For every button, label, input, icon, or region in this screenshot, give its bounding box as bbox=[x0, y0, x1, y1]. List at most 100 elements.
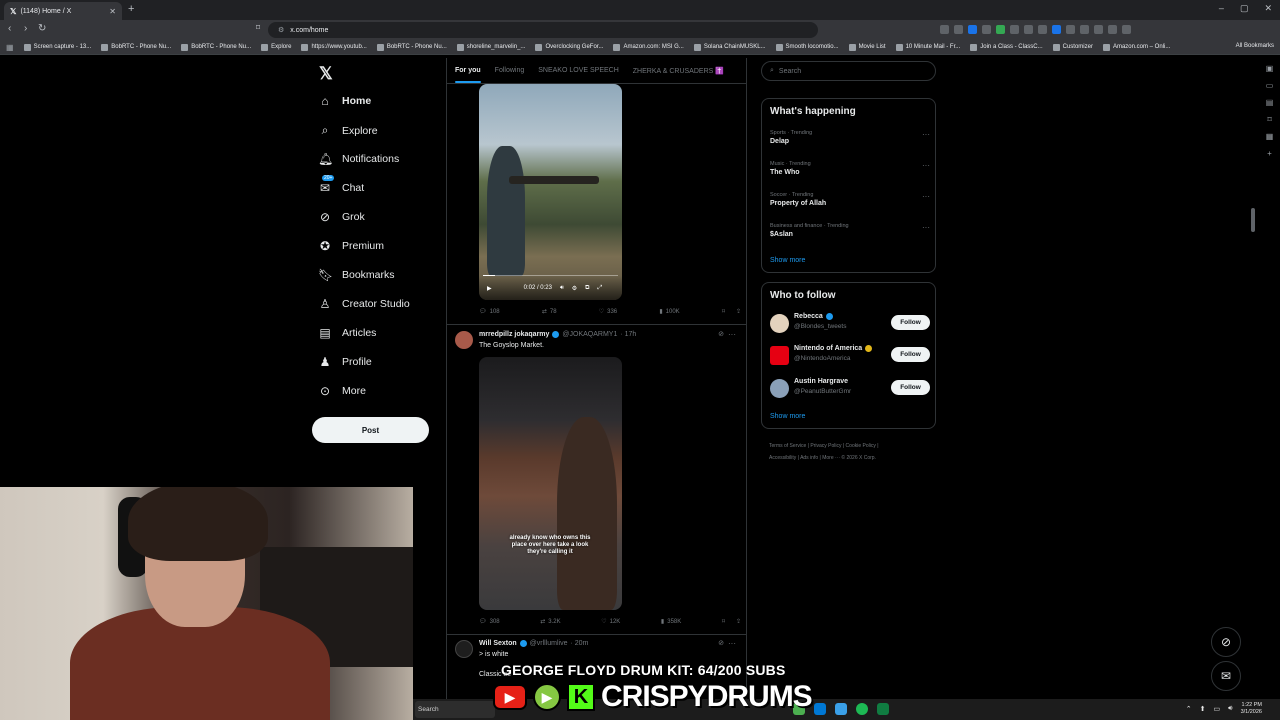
tab-close-icon[interactable]: ✕ bbox=[109, 7, 116, 16]
footer-link[interactable]: Ads info bbox=[800, 455, 818, 461]
add-panel-icon[interactable]: + bbox=[1267, 149, 1272, 158]
avatar[interactable] bbox=[455, 640, 473, 658]
taskbar-app-icon[interactable] bbox=[814, 703, 826, 715]
reply-button[interactable]: 💬︎ 108 bbox=[479, 308, 500, 316]
share-icon[interactable]: ⇪ bbox=[736, 618, 741, 625]
avatar[interactable] bbox=[770, 346, 789, 365]
address-bar[interactable]: ⚙ x.com/home bbox=[268, 22, 818, 38]
follow-button[interactable]: Follow bbox=[891, 347, 930, 362]
avatar[interactable] bbox=[455, 331, 473, 349]
avatar[interactable] bbox=[770, 379, 789, 398]
grok-icon[interactable]: ⊘ bbox=[718, 330, 724, 338]
spotify-icon[interactable] bbox=[856, 703, 868, 715]
trend-item[interactable]: Soccer · Trending Property of Allah ··· bbox=[770, 192, 930, 207]
more-options-icon[interactable]: ··· bbox=[728, 330, 736, 339]
taskbar-app-icon[interactable] bbox=[877, 703, 889, 715]
wallet-icon[interactable]: ▤ bbox=[1266, 98, 1274, 107]
trend-item[interactable]: Business and finance · Trending $Aslan ·… bbox=[770, 223, 930, 238]
more-options-icon[interactable]: ··· bbox=[922, 130, 930, 139]
play-icon[interactable]: ▶ bbox=[487, 285, 492, 292]
taskbar-search[interactable]: Search bbox=[415, 701, 495, 718]
share-icon[interactable]: ⇪ bbox=[736, 308, 741, 315]
nav-chat[interactable]: ✉ 20+ Chat bbox=[318, 175, 364, 195]
footer-link[interactable]: Privacy Policy bbox=[810, 443, 841, 449]
repost-button[interactable]: ⇄ 3.2K bbox=[540, 618, 560, 626]
search-input[interactable]: ⌕ Search bbox=[761, 61, 936, 81]
tab-for-you[interactable]: For you bbox=[455, 67, 481, 83]
reply-button[interactable]: 💬︎ 308 bbox=[479, 618, 500, 626]
nav-profile[interactable]: ♟ Profile bbox=[318, 355, 372, 369]
tray-app-icon[interactable]: ⬆ bbox=[1200, 705, 1206, 713]
nav-articles[interactable]: ▤ Articles bbox=[318, 326, 376, 340]
reading-list-icon[interactable]: ▭ bbox=[1266, 81, 1274, 90]
show-more-link[interactable]: Show more bbox=[770, 413, 805, 420]
volume-icon[interactable]: 🔊︎ bbox=[1228, 705, 1232, 713]
bookmark-tweet-button[interactable]: ⌑ ⇪ bbox=[722, 618, 741, 625]
history-icon[interactable]: ▦ bbox=[1266, 132, 1274, 141]
footer-link[interactable]: Accessibility bbox=[769, 455, 796, 461]
grok-icon[interactable]: ⊘ bbox=[718, 639, 724, 647]
tweet-time[interactable]: · 17h bbox=[620, 331, 636, 338]
all-bookmarks[interactable]: All Bookmarks bbox=[1229, 43, 1274, 49]
nav-premium[interactable]: ✪ Premium bbox=[318, 239, 384, 253]
bookmark-tweet-button[interactable]: ⌑ ⇪ bbox=[722, 308, 741, 315]
scrollbar-thumb[interactable] bbox=[1251, 208, 1255, 232]
bookmark-item[interactable]: Customizer bbox=[1052, 43, 1093, 51]
tweet-video[interactable]: ▶ 0:02 / 0:23 🔊︎ ⚙ ⧉ ⤢ bbox=[479, 84, 622, 300]
tab-list-1[interactable]: SNEAKO LOVE SPEECH bbox=[538, 67, 619, 74]
bookmark-item[interactable]: https://www.youtub... bbox=[301, 43, 367, 51]
taskbar-clock[interactable]: 1:22 PM 3/1/2026 bbox=[1241, 702, 1262, 716]
bookmark-item[interactable]: BobRTC - Phone Nu... bbox=[376, 43, 447, 51]
bookmark-item[interactable]: 10 Minute Mail - Fr... bbox=[895, 43, 960, 51]
more-options-icon[interactable]: ··· bbox=[922, 161, 930, 170]
trend-item[interactable]: Music · Trending The Who ··· bbox=[770, 161, 930, 176]
bookmark-item[interactable]: Smooth locomotio... bbox=[775, 43, 839, 51]
sidebar-toggle-icon[interactable]: ▣ bbox=[1266, 64, 1274, 73]
site-info-icon[interactable]: ⚙ bbox=[278, 26, 284, 34]
nav-home[interactable]: ⌂ Home bbox=[318, 94, 371, 108]
follow-suggestion[interactable]: Austin Hargrave @PeanutButterGmr Follow bbox=[770, 378, 930, 400]
apps-icon[interactable]: ▦ bbox=[6, 43, 14, 52]
bookmarks-panel-icon[interactable]: ⌑ bbox=[1267, 115, 1271, 124]
x-logo-icon[interactable]: 𝕏 bbox=[319, 64, 333, 84]
more-options-icon[interactable]: ··· bbox=[728, 639, 736, 648]
views-button[interactable]: ▮ 100K bbox=[659, 308, 679, 316]
like-button[interactable]: ♡ 12K bbox=[601, 618, 620, 626]
bookmark-item[interactable]: Overclocking GeFor... bbox=[535, 43, 603, 51]
nav-grok[interactable]: ⊘ Grok bbox=[318, 210, 365, 224]
like-button[interactable]: ♡ 336 bbox=[599, 308, 617, 316]
nav-explore[interactable]: ⌕ Explore bbox=[318, 123, 378, 138]
bookmark-item[interactable]: Amazon.com – Onli... bbox=[1102, 43, 1170, 51]
tab-list-2[interactable]: ZHERKA & CRUSADERS ✝️ bbox=[633, 67, 724, 75]
more-options-icon[interactable]: ··· bbox=[922, 192, 930, 201]
trend-item[interactable]: Sports · Trending Delap ··· bbox=[770, 130, 930, 145]
repost-button[interactable]: ⇄ 78 bbox=[542, 308, 557, 316]
back-icon[interactable]: ‹ bbox=[8, 23, 11, 34]
bookmark-item[interactable]: Amazon.com: MSI G... bbox=[613, 43, 684, 51]
nav-notifications[interactable]: 🔔︎ Notifications bbox=[318, 152, 399, 166]
bookmark-item[interactable]: Explore bbox=[261, 43, 291, 51]
minimize-icon[interactable]: – bbox=[1219, 3, 1224, 14]
footer-link[interactable]: Terms of Service bbox=[769, 443, 806, 449]
bookmark-item[interactable]: BobRTC - Phone Nu... bbox=[181, 43, 251, 51]
volume-icon[interactable]: 🔊︎ bbox=[560, 285, 564, 292]
pip-icon[interactable]: ⧉ bbox=[585, 285, 589, 292]
avatar[interactable] bbox=[770, 314, 789, 333]
bookmark-item[interactable]: Movie List bbox=[848, 43, 886, 51]
show-more-link[interactable]: Show more bbox=[770, 257, 805, 264]
author-handle[interactable]: @JOKAQARMY1 bbox=[562, 331, 617, 338]
author-name[interactable]: Will Sexton bbox=[479, 640, 517, 647]
post-button[interactable]: Post bbox=[312, 417, 429, 443]
bookmark-item[interactable]: shoreline_marvelin_... bbox=[456, 43, 525, 51]
new-tab-icon[interactable]: + bbox=[128, 3, 134, 15]
grok-float-button[interactable]: ⊘ bbox=[1211, 627, 1241, 657]
follow-suggestion[interactable]: Rebecca @Blondes_tweets Follow bbox=[770, 313, 930, 335]
more-options-icon[interactable]: ··· bbox=[922, 223, 930, 232]
fullscreen-icon[interactable]: ⤢ bbox=[597, 285, 602, 292]
forward-icon[interactable]: › bbox=[24, 23, 27, 34]
nav-creator-studio[interactable]: ♙ Creator Studio bbox=[318, 297, 410, 311]
bookmark-item[interactable]: Join a Class - ClassC... bbox=[970, 43, 1043, 51]
browser-tab[interactable]: 𝕏 (1148) Home / X ✕ bbox=[4, 2, 122, 20]
messages-float-button[interactable]: ✉ bbox=[1211, 661, 1241, 691]
footer-link[interactable]: Cookie Policy bbox=[846, 443, 876, 449]
